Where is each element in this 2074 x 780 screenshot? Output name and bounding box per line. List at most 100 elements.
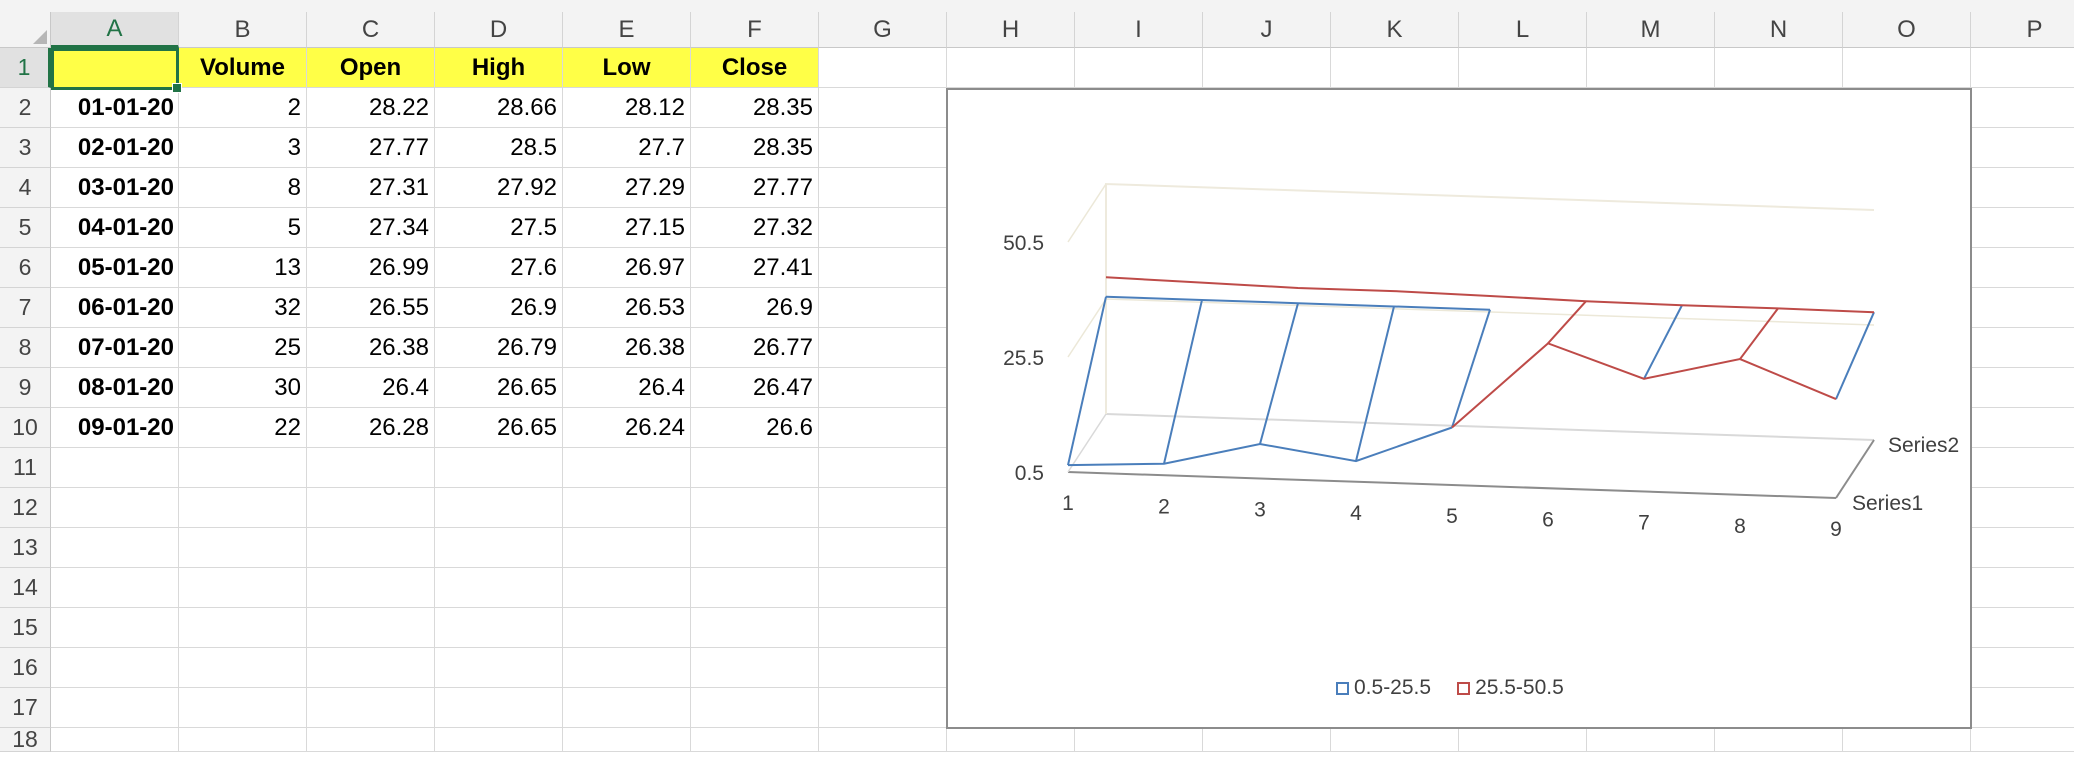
cell-d9[interactable]: 26.65: [435, 368, 563, 408]
cell-g16[interactable]: [819, 648, 947, 688]
cell-b1[interactable]: Volume: [179, 48, 307, 88]
cell-a12[interactable]: [51, 488, 179, 528]
cell-a11[interactable]: [51, 448, 179, 488]
cell-e13[interactable]: [563, 528, 691, 568]
cell-p14[interactable]: [1971, 568, 2074, 608]
row-header-3[interactable]: 3: [0, 128, 51, 168]
cell-f4[interactable]: 27.77: [691, 168, 819, 208]
cell-d10[interactable]: 26.65: [435, 408, 563, 448]
cell-d4[interactable]: 27.92: [435, 168, 563, 208]
cell-c7[interactable]: 26.55: [307, 288, 435, 328]
row-header-17[interactable]: 17: [0, 688, 51, 728]
column-header-f[interactable]: F: [691, 12, 819, 48]
row-header-8[interactable]: 8: [0, 328, 51, 368]
cell-e15[interactable]: [563, 608, 691, 648]
cell-a2[interactable]: 01-01-20: [51, 88, 179, 128]
row-header-15[interactable]: 15: [0, 608, 51, 648]
cell-f1[interactable]: Close: [691, 48, 819, 88]
column-header-g[interactable]: G: [819, 12, 947, 48]
cell-d11[interactable]: [435, 448, 563, 488]
cell-b18[interactable]: [179, 728, 307, 752]
row-header-12[interactable]: 12: [0, 488, 51, 528]
cell-g5[interactable]: [819, 208, 947, 248]
cell-d12[interactable]: [435, 488, 563, 528]
row-header-11[interactable]: 11: [0, 448, 51, 488]
column-header-e[interactable]: E: [563, 12, 691, 48]
cell-p1[interactable]: [1971, 48, 2074, 88]
cell-f17[interactable]: [691, 688, 819, 728]
select-all-corner[interactable]: [0, 12, 51, 48]
cell-a7[interactable]: 06-01-20: [51, 288, 179, 328]
cell-d7[interactable]: 26.9: [435, 288, 563, 328]
cell-c11[interactable]: [307, 448, 435, 488]
cell-p15[interactable]: [1971, 608, 2074, 648]
cell-a14[interactable]: [51, 568, 179, 608]
cell-b15[interactable]: [179, 608, 307, 648]
cell-g7[interactable]: [819, 288, 947, 328]
cell-b13[interactable]: [179, 528, 307, 568]
cell-l1[interactable]: [1459, 48, 1587, 88]
cell-b17[interactable]: [179, 688, 307, 728]
cell-o18[interactable]: [1843, 728, 1971, 752]
cell-a18[interactable]: [51, 728, 179, 752]
column-header-o[interactable]: O: [1843, 12, 1971, 48]
cell-n18[interactable]: [1715, 728, 1843, 752]
column-header-k[interactable]: K: [1331, 12, 1459, 48]
row-header-13[interactable]: 13: [0, 528, 51, 568]
cell-p4[interactable]: [1971, 168, 2074, 208]
cell-b8[interactable]: 25: [179, 328, 307, 368]
cell-g17[interactable]: [819, 688, 947, 728]
cell-i18[interactable]: [1075, 728, 1203, 752]
cell-d14[interactable]: [435, 568, 563, 608]
cell-a10[interactable]: 09-01-20: [51, 408, 179, 448]
cell-j1[interactable]: [1203, 48, 1331, 88]
cell-g14[interactable]: [819, 568, 947, 608]
column-header-d[interactable]: D: [435, 12, 563, 48]
cell-e17[interactable]: [563, 688, 691, 728]
cell-b14[interactable]: [179, 568, 307, 608]
cell-b11[interactable]: [179, 448, 307, 488]
cell-e12[interactable]: [563, 488, 691, 528]
cell-h18[interactable]: [947, 728, 1075, 752]
cell-b7[interactable]: 32: [179, 288, 307, 328]
cell-p5[interactable]: [1971, 208, 2074, 248]
active-cell-selection[interactable]: [51, 48, 182, 93]
cell-f11[interactable]: [691, 448, 819, 488]
cell-g10[interactable]: [819, 408, 947, 448]
cell-i1[interactable]: [1075, 48, 1203, 88]
cell-f15[interactable]: [691, 608, 819, 648]
cell-a4[interactable]: 03-01-20: [51, 168, 179, 208]
cell-b10[interactable]: 22: [179, 408, 307, 448]
cell-a8[interactable]: 07-01-20: [51, 328, 179, 368]
cell-p11[interactable]: [1971, 448, 2074, 488]
column-header-m[interactable]: M: [1587, 12, 1715, 48]
cell-g6[interactable]: [819, 248, 947, 288]
cell-d15[interactable]: [435, 608, 563, 648]
column-header-c[interactable]: C: [307, 12, 435, 48]
column-header-i[interactable]: I: [1075, 12, 1203, 48]
cell-e6[interactable]: 26.97: [563, 248, 691, 288]
cell-d8[interactable]: 26.79: [435, 328, 563, 368]
cell-d16[interactable]: [435, 648, 563, 688]
cell-e5[interactable]: 27.15: [563, 208, 691, 248]
cell-a9[interactable]: 08-01-20: [51, 368, 179, 408]
cell-j18[interactable]: [1203, 728, 1331, 752]
column-header-l[interactable]: L: [1459, 12, 1587, 48]
column-header-p[interactable]: P: [1971, 12, 2074, 48]
cell-p6[interactable]: [1971, 248, 2074, 288]
cell-d17[interactable]: [435, 688, 563, 728]
cell-h1[interactable]: [947, 48, 1075, 88]
cell-f7[interactable]: 26.9: [691, 288, 819, 328]
cell-g8[interactable]: [819, 328, 947, 368]
cell-p12[interactable]: [1971, 488, 2074, 528]
cell-c6[interactable]: 26.99: [307, 248, 435, 288]
cell-b5[interactable]: 5: [179, 208, 307, 248]
cell-o1[interactable]: [1843, 48, 1971, 88]
cell-c4[interactable]: 27.31: [307, 168, 435, 208]
cell-p2[interactable]: [1971, 88, 2074, 128]
cell-g11[interactable]: [819, 448, 947, 488]
row-header-1[interactable]: 1: [0, 48, 51, 88]
cell-f8[interactable]: 26.77: [691, 328, 819, 368]
cell-f9[interactable]: 26.47: [691, 368, 819, 408]
surface-chart[interactable]: 0.5 25.5 50.5 1 2 3 4 5 6 7 8 9 Series1 Series2 0.5-2…: [946, 88, 1972, 729]
